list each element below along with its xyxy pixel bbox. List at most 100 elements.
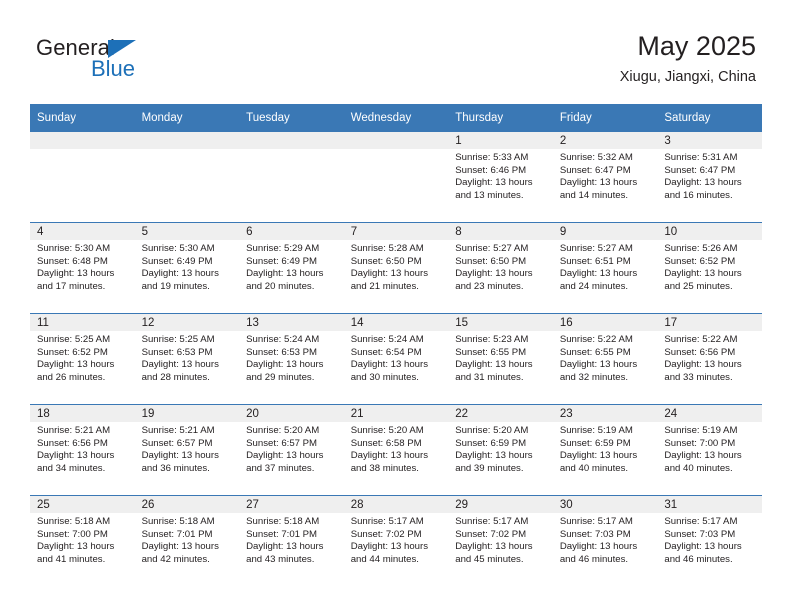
calendar-day-cell[interactable]: 29 Sunrise: 5:17 AM Sunset: 7:02 PM Dayligh… (448, 495, 553, 586)
sunset-text: Sunset: 6:59 PM (455, 437, 527, 449)
calendar-cell-empty (343, 132, 449, 223)
calendar-day-cell[interactable]: 14 Sunrise: 5:24 AM Sunset: 6:54 PM Dayligh… (343, 313, 449, 405)
day-details: Sunrise: 5:27 AM Sunset: 6:50 PM Daylight:… (448, 240, 553, 293)
day-number: 16 (552, 314, 658, 331)
sunset-text: Sunset: 6:51 PM (559, 255, 631, 267)
daylight-text: Daylight: 13 hours and 45 minutes. (455, 541, 533, 565)
calendar-day-cell[interactable]: 15 Sunrise: 5:23 AM Sunset: 6:55 PM Dayligh… (448, 313, 553, 405)
calendar-day-cell[interactable]: 19 Sunrise: 5:21 AM Sunset: 6:57 PM Dayligh… (134, 404, 240, 496)
calendar-day-cell[interactable]: 18 Sunrise: 5:21 AM Sunset: 6:56 PM Dayligh… (30, 404, 135, 496)
calendar-week-row: 4 Sunrise: 5:30 AM Sunset: 6:48 PM Daylight… (30, 222, 762, 314)
sunset-text: Sunset: 6:52 PM (37, 346, 108, 358)
sunset-text: Sunset: 6:46 PM (455, 164, 527, 176)
daylight-text: Daylight: 13 hours and 31 minutes. (455, 359, 533, 383)
calendar-day-cell[interactable]: 3 Sunrise: 5:31 AM Sunset: 6:47 PM Daylight… (657, 132, 762, 223)
sunset-text: Sunset: 6:47 PM (559, 164, 631, 176)
day-number: 22 (448, 405, 553, 422)
calendar-week-row: 11 Sunrise: 5:25 AM Sunset: 6:52 PM Dayligh… (30, 313, 762, 405)
day-number (239, 132, 344, 149)
calendar-day-cell[interactable]: 12 Sunrise: 5:25 AM Sunset: 6:53 PM Dayligh… (134, 313, 240, 405)
sunrise-text: Sunrise: 5:21 AM (37, 425, 111, 436)
calendar-day-cell[interactable]: 1 Sunrise: 5:33 AM Sunset: 6:46 PM Daylight… (448, 132, 553, 223)
sunrise-text: Sunrise: 5:30 AM (37, 243, 111, 254)
sunset-text: Sunset: 6:48 PM (37, 255, 108, 267)
calendar-day-cell[interactable]: 24 Sunrise: 5:19 AM Sunset: 7:00 PM Dayligh… (657, 404, 762, 496)
calendar-day-cell[interactable]: 2 Sunrise: 5:32 AM Sunset: 6:47 PM Daylight… (552, 132, 658, 223)
weekday-header-sunday: Sunday (30, 104, 135, 132)
sunrise-text: Sunrise: 5:24 AM (350, 334, 424, 345)
day-number: 19 (134, 405, 240, 422)
day-number: 4 (30, 223, 135, 240)
calendar-day-cell[interactable]: 16 Sunrise: 5:22 AM Sunset: 6:55 PM Dayligh… (552, 313, 658, 405)
weekday-header-thursday: Thursday (448, 104, 553, 132)
day-details: Sunrise: 5:21 AM Sunset: 6:56 PM Daylight:… (30, 422, 135, 475)
day-details: Sunrise: 5:25 AM Sunset: 6:52 PM Daylight:… (30, 331, 135, 384)
daylight-text: Daylight: 13 hours and 17 minutes. (37, 268, 115, 292)
calendar-day-cell[interactable]: 17 Sunrise: 5:22 AM Sunset: 6:56 PM Dayligh… (657, 313, 762, 405)
day-details: Sunrise: 5:24 AM Sunset: 6:53 PM Daylight:… (239, 331, 344, 384)
sunrise-text: Sunrise: 5:23 AM (455, 334, 529, 345)
calendar-day-cell[interactable]: 9 Sunrise: 5:27 AM Sunset: 6:51 PM Daylight… (552, 222, 658, 314)
calendar-header-row: Sunday Monday Tuesday Wednesday Thursday… (30, 104, 762, 132)
calendar-day-cell[interactable]: 11 Sunrise: 5:25 AM Sunset: 6:52 PM Dayligh… (30, 313, 135, 405)
calendar-day-cell[interactable]: 21 Sunrise: 5:20 AM Sunset: 6:58 PM Dayligh… (343, 404, 449, 496)
calendar-day-cell[interactable]: 13 Sunrise: 5:24 AM Sunset: 6:53 PM Dayligh… (239, 313, 344, 405)
calendar-week-row: 1 Sunrise: 5:33 AM Sunset: 6:46 PM Daylight… (30, 132, 762, 223)
sunset-text: Sunset: 6:55 PM (559, 346, 631, 358)
weekday-header-tuesday: Tuesday (239, 104, 344, 132)
daylight-text: Daylight: 13 hours and 14 minutes. (559, 177, 638, 201)
calendar-body: 1 Sunrise: 5:33 AM Sunset: 6:46 PM Daylight… (30, 132, 762, 586)
sunset-text: Sunset: 7:02 PM (455, 528, 527, 540)
calendar-day-cell[interactable]: 7 Sunrise: 5:28 AM Sunset: 6:50 PM Daylight… (343, 222, 449, 314)
sunrise-text: Sunrise: 5:22 AM (664, 334, 738, 345)
sunrise-text: Sunrise: 5:17 AM (664, 516, 738, 527)
day-number: 9 (552, 223, 658, 240)
calendar-day-cell[interactable]: 31 Sunrise: 5:17 AM Sunset: 7:03 PM Dayligh… (657, 495, 762, 586)
calendar-day-cell[interactable]: 27 Sunrise: 5:18 AM Sunset: 7:01 PM Dayligh… (239, 495, 344, 586)
sunset-text: Sunset: 6:57 PM (246, 437, 318, 449)
day-number: 3 (657, 132, 762, 149)
calendar-day-cell[interactable]: 20 Sunrise: 5:20 AM Sunset: 6:57 PM Dayligh… (239, 404, 344, 496)
day-number: 30 (552, 496, 658, 513)
daylight-text: Daylight: 13 hours and 20 minutes. (246, 268, 324, 292)
weekday-header-saturday: Saturday (657, 104, 762, 132)
calendar-day-cell[interactable]: 10 Sunrise: 5:26 AM Sunset: 6:52 PM Dayligh… (657, 222, 762, 314)
daylight-text: Daylight: 13 hours and 38 minutes. (350, 450, 429, 474)
calendar-day-cell[interactable]: 23 Sunrise: 5:19 AM Sunset: 6:59 PM Dayligh… (552, 404, 658, 496)
daylight-text: Daylight: 13 hours and 43 minutes. (246, 541, 324, 565)
calendar-day-cell[interactable]: 8 Sunrise: 5:27 AM Sunset: 6:50 PM Daylight… (448, 222, 553, 314)
day-number: 23 (552, 405, 658, 422)
day-details: Sunrise: 5:18 AM Sunset: 7:01 PM Daylight:… (135, 513, 240, 566)
daylight-text: Daylight: 13 hours and 26 minutes. (37, 359, 115, 383)
sunset-text: Sunset: 6:49 PM (141, 255, 213, 267)
sunrise-text: Sunrise: 5:18 AM (246, 516, 320, 527)
daylight-text: Daylight: 13 hours and 28 minutes. (141, 359, 219, 383)
calendar-day-cell[interactable]: 26 Sunrise: 5:18 AM Sunset: 7:01 PM Dayligh… (134, 495, 240, 586)
sunrise-text: Sunrise: 5:20 AM (246, 425, 320, 436)
sunset-text: Sunset: 6:57 PM (141, 437, 213, 449)
logo-text-blue: Blue (91, 56, 136, 81)
sunset-text: Sunset: 7:00 PM (37, 528, 108, 540)
sunset-text: Sunset: 6:56 PM (664, 346, 736, 358)
sunrise-text: Sunrise: 5:21 AM (141, 425, 215, 436)
sunrise-text: Sunrise: 5:28 AM (350, 243, 424, 254)
calendar-day-cell[interactable]: 4 Sunrise: 5:30 AM Sunset: 6:48 PM Daylight… (30, 222, 135, 314)
calendar-day-cell[interactable]: 28 Sunrise: 5:17 AM Sunset: 7:02 PM Dayligh… (343, 495, 449, 586)
calendar-day-cell[interactable]: 25 Sunrise: 5:18 AM Sunset: 7:00 PM Dayligh… (30, 495, 135, 586)
general-blue-logo[interactable]: General Blue (36, 36, 216, 88)
sunset-text: Sunset: 6:56 PM (37, 437, 108, 449)
sunset-text: Sunset: 6:52 PM (664, 255, 736, 267)
day-number: 13 (239, 314, 344, 331)
sunset-text: Sunset: 6:50 PM (350, 255, 422, 267)
calendar-day-cell[interactable]: 6 Sunrise: 5:29 AM Sunset: 6:49 PM Daylight… (239, 222, 344, 314)
weekday-header-monday: Monday (134, 104, 240, 132)
calendar-cell-empty (239, 132, 344, 223)
sunrise-text: Sunrise: 5:22 AM (559, 334, 633, 345)
calendar-day-cell[interactable]: 30 Sunrise: 5:17 AM Sunset: 7:03 PM Dayligh… (552, 495, 658, 586)
daylight-text: Daylight: 13 hours and 13 minutes. (455, 177, 533, 201)
calendar-day-cell[interactable]: 22 Sunrise: 5:20 AM Sunset: 6:59 PM Dayligh… (448, 404, 553, 496)
daylight-text: Daylight: 13 hours and 24 minutes. (559, 268, 638, 292)
daylight-text: Daylight: 13 hours and 25 minutes. (664, 268, 742, 292)
weekday-header-friday: Friday (552, 104, 658, 132)
calendar-day-cell[interactable]: 5 Sunrise: 5:30 AM Sunset: 6:49 PM Daylight… (134, 222, 240, 314)
